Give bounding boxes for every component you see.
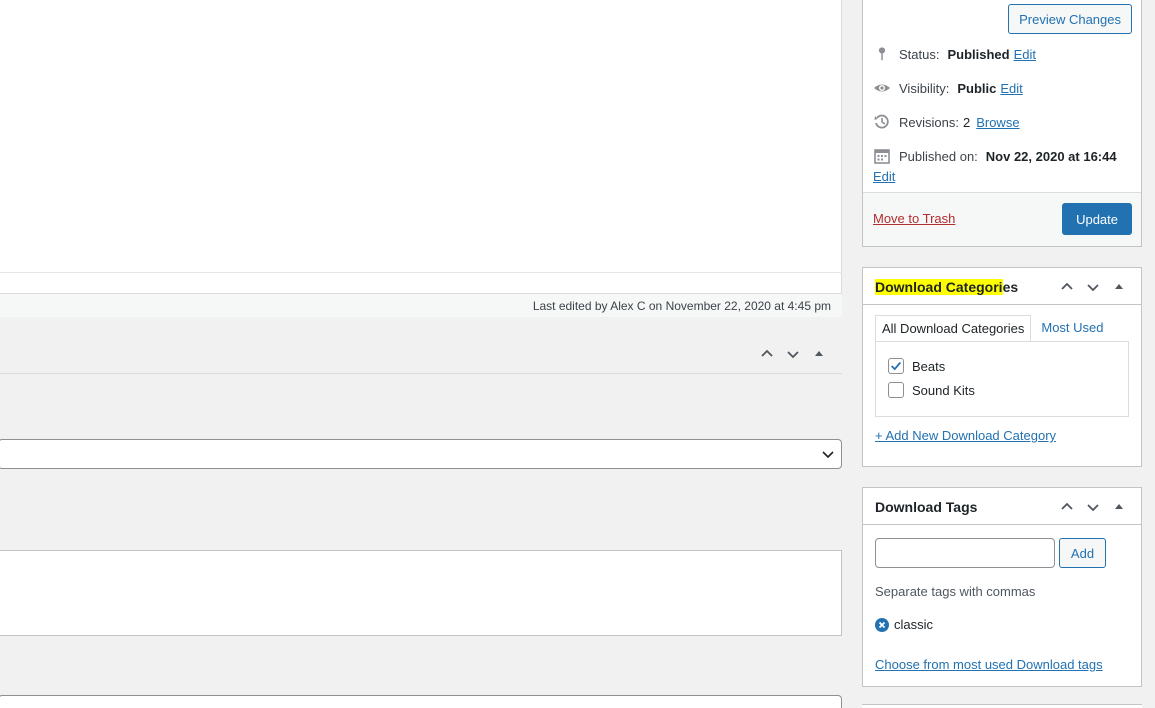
category-item-sound-kits[interactable]: Sound Kits — [888, 382, 975, 398]
status-value: Published — [947, 46, 1010, 62]
categories-title-rest: es — [1002, 279, 1019, 295]
remove-tag-icon[interactable] — [875, 617, 889, 632]
editor-status-bar: Last edited by Alex C on November 22, 20… — [0, 293, 842, 317]
revisions-browse-link[interactable]: Browse — [976, 115, 1019, 130]
tag-label: classic — [894, 617, 934, 632]
choose-most-used-tags-link[interactable]: Choose from most used Download tags — [875, 657, 1103, 672]
status-row: Status: Published Edit — [873, 45, 1036, 63]
tab-all-download-categories[interactable]: All Download Categories — [875, 315, 1032, 342]
visibility-row: Visibility: Public Edit — [873, 79, 1023, 97]
published-on-row: Published on: Nov 22, 2020 at 16:44 — [873, 147, 1117, 165]
visibility-edit-link[interactable]: Edit — [1000, 81, 1022, 96]
tab-most-used[interactable]: Most Used — [1031, 315, 1109, 342]
categories-checklist: Beats Sound Kits — [875, 341, 1129, 417]
download-categories-box: Download Categories All Download Categor… — [862, 267, 1142, 467]
next-postbox-edge — [862, 704, 1142, 708]
toggle-panel-icon[interactable] — [1110, 278, 1128, 296]
calendar-icon — [873, 147, 891, 165]
pin-icon — [873, 45, 891, 63]
move-up-icon[interactable] — [1058, 278, 1076, 296]
visibility-label: Visibility: — [899, 80, 950, 96]
category-label: Beats — [912, 358, 946, 374]
chevron-down-icon — [822, 451, 834, 459]
move-down-icon[interactable] — [1084, 278, 1102, 296]
eye-icon — [873, 79, 891, 97]
revisions-label: Revisions: — [899, 114, 959, 130]
move-up-icon[interactable] — [1058, 498, 1076, 516]
publish-actions: Move to Trash Update — [863, 192, 1141, 246]
toggle-panel-icon[interactable] — [810, 345, 828, 363]
publish-box: Preview Changes Status: Published Edit V… — [862, 0, 1142, 247]
categories-box-header[interactable]: Download Categories — [863, 268, 1141, 305]
categories-handles — [1058, 278, 1128, 296]
sound-kits-checkbox[interactable] — [888, 382, 904, 398]
tags-handles — [1058, 498, 1128, 516]
main-secondary-input[interactable] — [0, 695, 842, 708]
tags-box-title: Download Tags — [875, 499, 978, 515]
revisions-value: 2 — [962, 114, 971, 130]
revisions-row: Revisions: 2 Browse — [873, 113, 1020, 131]
add-tag-button[interactable]: Add — [1059, 538, 1106, 568]
beats-checkbox[interactable] — [888, 358, 904, 374]
categories-tabs: All Download Categories Most Used — [875, 315, 1110, 342]
tags-box-header[interactable]: Download Tags — [863, 488, 1141, 525]
visibility-value: Public — [957, 80, 997, 96]
move-down-icon[interactable] — [784, 345, 802, 363]
main-textarea[interactable] — [0, 550, 842, 636]
published-label: Published on: — [899, 148, 978, 164]
checkmark-icon — [891, 361, 902, 371]
main-metabox-handles — [758, 345, 828, 363]
tag-item: classic — [875, 617, 933, 632]
preview-changes-button[interactable]: Preview Changes — [1008, 4, 1132, 34]
categories-box-title: Download Categories — [875, 279, 1018, 295]
last-edited-text: Last edited by Alex C on November 22, 20… — [532, 299, 831, 313]
status-edit-link[interactable]: Edit — [1014, 47, 1036, 62]
category-item-beats[interactable]: Beats — [888, 358, 945, 374]
status-label: Status: — [899, 46, 940, 62]
main-select-dropdown[interactable] — [0, 439, 842, 469]
move-to-trash-link[interactable]: Move to Trash — [873, 211, 955, 226]
add-new-category-link[interactable]: + Add New Download Category — [875, 428, 1056, 443]
editor-separator — [0, 272, 842, 273]
post-editor-area[interactable]: Last edited by Alex C on November 22, 20… — [0, 0, 842, 317]
tags-hint-text: Separate tags with commas — [875, 584, 1036, 599]
move-up-icon[interactable] — [758, 345, 776, 363]
history-icon — [873, 113, 891, 131]
published-value: Nov 22, 2020 at 16:44 — [985, 148, 1117, 164]
published-edit-link[interactable]: Edit — [873, 169, 895, 184]
download-tags-box: Download Tags Add Separate tags with com… — [862, 487, 1142, 687]
new-tag-input[interactable] — [875, 538, 1055, 568]
toggle-panel-icon[interactable] — [1110, 498, 1128, 516]
update-button[interactable]: Update — [1062, 203, 1132, 235]
move-down-icon[interactable] — [1084, 498, 1102, 516]
category-label: Sound Kits — [912, 382, 975, 398]
main-metabox-header — [0, 317, 842, 374]
categories-title-highlighted: Download Categori — [875, 279, 1003, 295]
